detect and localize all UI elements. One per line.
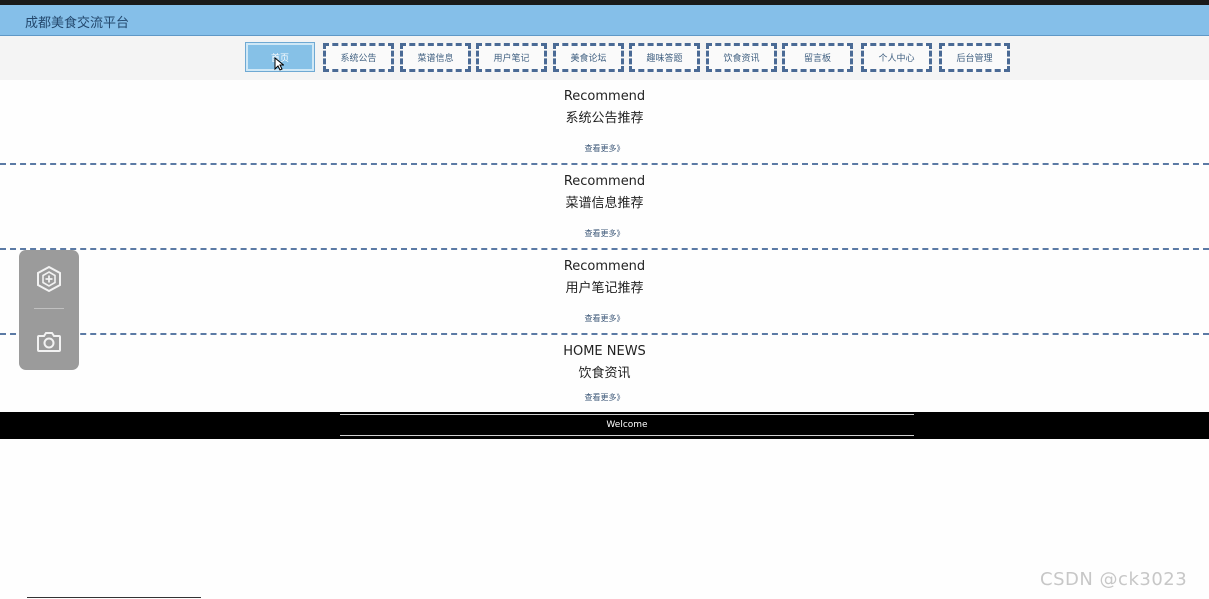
section-recipes-title: 菜谱信息推荐 — [565, 196, 644, 211]
news-more-link[interactable]: 查看更多》 — [0, 392, 1209, 403]
footer-divider — [340, 414, 914, 415]
section-divider — [0, 248, 1209, 250]
camera-icon[interactable] — [34, 326, 64, 356]
nav-item-user-notes[interactable]: 用户笔记 — [476, 43, 547, 72]
nav-item-admin[interactable]: 后台管理 — [939, 43, 1010, 72]
watermark: CSDN @ck3023 — [1040, 569, 1188, 590]
section-user-notes-en: Recommend — [563, 259, 646, 274]
footer-welcome: Welcome — [606, 420, 648, 430]
nav-item-diet-news[interactable]: 饮食资讯 — [706, 43, 777, 72]
section-divider — [0, 333, 1209, 335]
section-announcements-title: 系统公告推荐 — [565, 111, 644, 126]
nav-item-food-forum[interactable]: 美食论坛 — [553, 43, 624, 72]
nav-item-personal-center[interactable]: 个人中心 — [861, 43, 932, 72]
section-news-title: 饮食资讯 — [578, 366, 631, 381]
section-user-notes-title: 用户笔记推荐 — [565, 281, 644, 296]
nav-item-message-board[interactable]: 留言板 — [782, 43, 853, 72]
site-title[interactable]: 成都美食交流平台 — [25, 12, 129, 31]
section-divider — [0, 163, 1209, 165]
footer-divider — [340, 435, 914, 436]
recipes-more-link[interactable]: 查看更多》 — [0, 228, 1209, 239]
section-recipes-en: Recommend — [563, 174, 646, 189]
footer: Welcome — [0, 412, 1209, 439]
shield-plus-icon[interactable] — [34, 264, 64, 294]
panel-separator — [34, 308, 64, 309]
floating-tool-panel — [19, 250, 79, 370]
nav-item-recipes[interactable]: 菜谱信息 — [400, 43, 471, 72]
section-announcements-en: Recommend — [563, 89, 646, 104]
main-nav: 首页 系统公告 菜谱信息 用户笔记 美食论坛 趣味答题 饮食资讯 留言板 个人中… — [0, 36, 1209, 80]
nav-item-quiz[interactable]: 趣味答题 — [629, 43, 700, 72]
section-news-en: HOME NEWS — [563, 344, 646, 359]
nav-item-announcements[interactable]: 系统公告 — [323, 43, 394, 72]
site-header: 成都美食交流平台 — [0, 5, 1209, 36]
bottom-line — [27, 597, 201, 598]
mouse-cursor-icon — [274, 57, 284, 71]
user-notes-more-link[interactable]: 查看更多》 — [0, 313, 1209, 324]
announcements-more-link[interactable]: 查看更多》 — [0, 143, 1209, 154]
